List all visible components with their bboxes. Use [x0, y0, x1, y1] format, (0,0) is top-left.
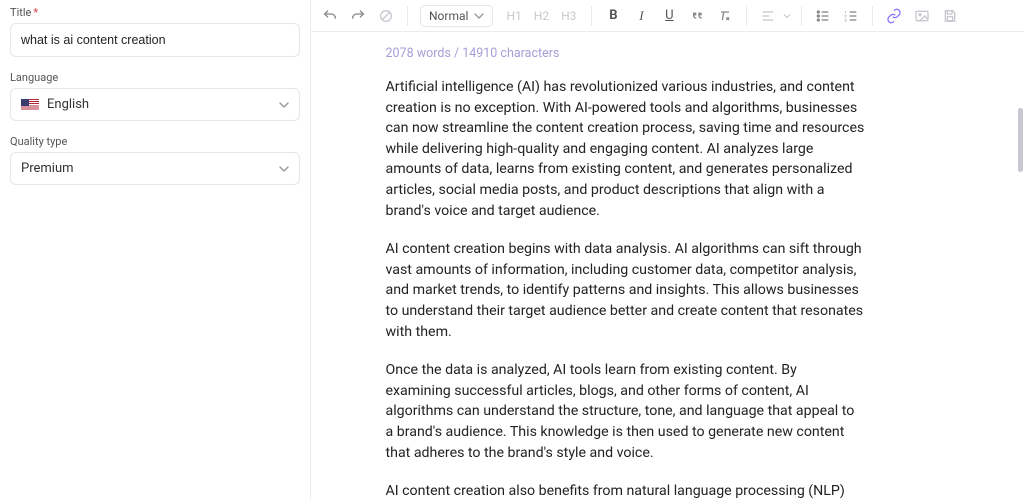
align-button[interactable] — [755, 3, 781, 29]
link-button[interactable] — [881, 3, 907, 29]
document-scroll-area[interactable]: 2078 words / 14910 characters Artificial… — [311, 32, 1024, 500]
quote-button[interactable] — [684, 3, 710, 29]
language-select[interactable]: English — [10, 88, 300, 121]
quality-value: Premium — [21, 161, 74, 176]
quality-select[interactable]: Premium — [10, 152, 300, 185]
numbered-list-button[interactable]: 123 — [838, 3, 864, 29]
clear-format-button[interactable] — [712, 3, 738, 29]
redo-button[interactable] — [345, 3, 371, 29]
h1-button[interactable]: H1 — [503, 7, 524, 25]
paragraph-style-select[interactable]: Normal — [420, 5, 493, 27]
image-button[interactable] — [909, 3, 935, 29]
paragraph[interactable]: AI content creation also benefits from n… — [386, 481, 866, 500]
toolbar-separator — [407, 6, 408, 26]
toolbar-separator — [872, 6, 873, 26]
chevron-down-icon — [474, 11, 484, 21]
quality-label: Quality type — [10, 135, 300, 148]
circle-slash-icon[interactable] — [373, 3, 399, 29]
title-input[interactable] — [10, 23, 300, 57]
required-star: * — [33, 6, 38, 19]
bold-button[interactable]: B — [600, 3, 626, 29]
scrollbar-thumb[interactable] — [1018, 108, 1023, 172]
title-label: Title* — [10, 6, 300, 19]
quality-group: Quality type Premium — [10, 135, 300, 185]
paragraph[interactable]: Once the data is analyzed, AI tools lear… — [386, 360, 866, 463]
h3-button[interactable]: H3 — [558, 7, 579, 25]
undo-button[interactable] — [317, 3, 343, 29]
underline-button[interactable]: U — [656, 3, 682, 29]
bullet-list-button[interactable] — [810, 3, 836, 29]
title-label-text: Title — [10, 6, 31, 19]
language-label: Language — [10, 71, 300, 84]
chevron-down-icon — [783, 11, 793, 21]
toolbar-separator — [746, 6, 747, 26]
document: 2078 words / 14910 characters Artificial… — [386, 32, 866, 500]
language-value: English — [47, 97, 89, 112]
h2-button[interactable]: H2 — [531, 7, 552, 25]
flag-us-icon — [21, 99, 39, 111]
chevron-down-icon — [279, 164, 289, 174]
heading-group: H1 H2 H3 — [499, 7, 583, 25]
svg-text:3: 3 — [845, 17, 847, 22]
paragraph[interactable]: Artificial intelligence (AI) has revolut… — [386, 77, 866, 221]
word-count: 2078 words / 14910 characters — [386, 46, 866, 61]
paragraph-style-value: Normal — [429, 9, 468, 23]
editor-toolbar: Normal H1 H2 H3 B I U — [311, 0, 1024, 32]
paragraph[interactable]: AI content creation begins with data ana… — [386, 239, 866, 342]
language-group: Language English — [10, 71, 300, 121]
toolbar-separator — [801, 6, 802, 26]
chevron-down-icon — [279, 100, 289, 110]
italic-button[interactable]: I — [628, 3, 654, 29]
toolbar-separator — [591, 6, 592, 26]
save-button[interactable] — [937, 3, 963, 29]
title-group: Title* — [10, 6, 300, 57]
settings-panel: Title* Language English Quality type Pre… — [0, 0, 310, 500]
editor-panel: Normal H1 H2 H3 B I U — [310, 0, 1024, 500]
